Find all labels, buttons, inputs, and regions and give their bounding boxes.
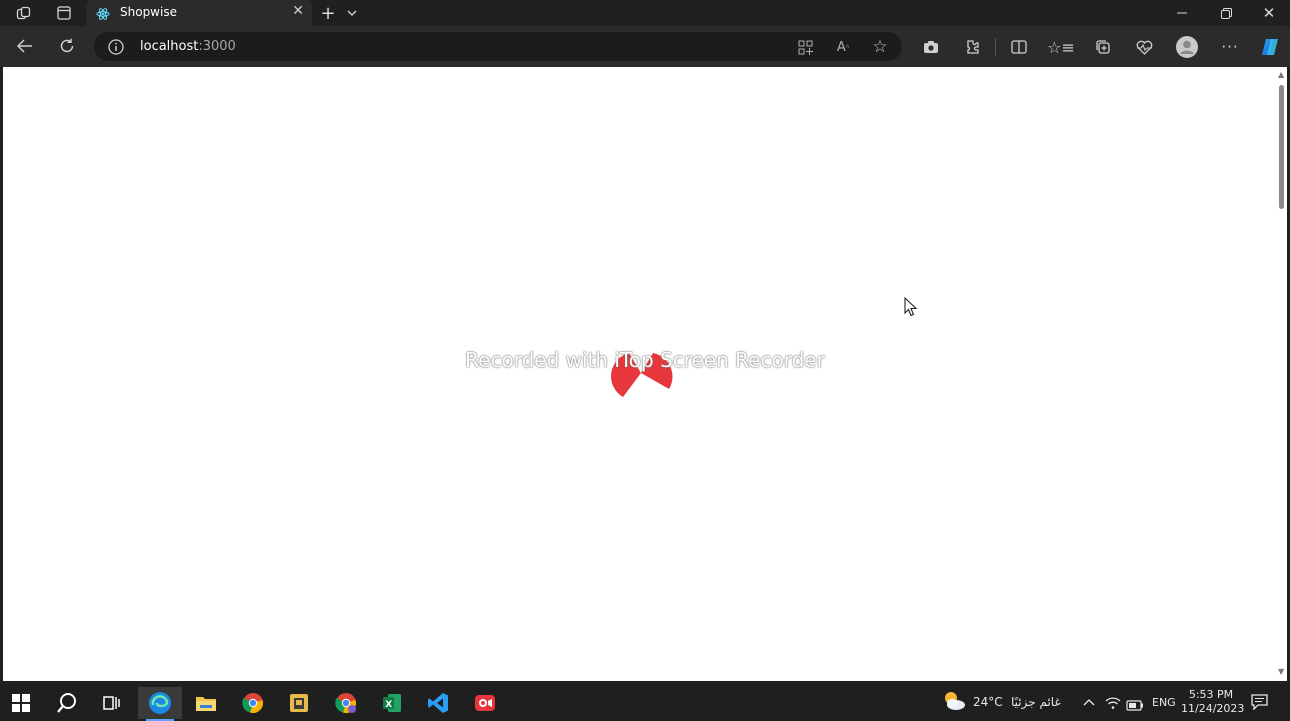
favorites-icon[interactable]: ☆≡: [1047, 36, 1075, 58]
toolbar-divider: [995, 38, 996, 56]
back-icon[interactable]: [14, 35, 36, 57]
recorder-watermark: Recorded with iTop Screen Recorder: [465, 348, 825, 372]
wifi-icon[interactable]: [1105, 695, 1121, 714]
clock[interactable]: 5:53 PM 11/24/2023: [1181, 688, 1245, 716]
tab-actions-icon[interactable]: [55, 5, 73, 21]
windows-start-icon[interactable]: [5, 687, 37, 719]
notification-icon[interactable]: [1251, 694, 1268, 714]
file-explorer-icon[interactable]: [190, 687, 222, 719]
refresh-icon[interactable]: [56, 35, 78, 57]
restore-icon[interactable]: [1216, 4, 1236, 22]
browser-tab[interactable]: Shopwise ✕: [86, 0, 312, 26]
tab-title: Shopwise: [120, 5, 177, 19]
collections-icon[interactable]: [1092, 36, 1114, 58]
scroll-down-arrow[interactable]: ▼: [1278, 667, 1284, 676]
window-close-icon[interactable]: ✕: [1259, 3, 1279, 23]
minimize-icon[interactable]: [1172, 4, 1192, 22]
chrome-profile-icon[interactable]: [330, 687, 362, 719]
page-viewport: Recorded with iTop Screen Recorder ▲ ▼: [3, 67, 1287, 681]
battery-icon[interactable]: [1126, 696, 1144, 715]
new-tab-icon[interactable]: +: [318, 3, 338, 24]
itop-recorder-icon[interactable]: [469, 687, 501, 719]
itop-app-icon[interactable]: [283, 687, 315, 719]
favorite-star-icon[interactable]: ☆: [869, 36, 891, 58]
edge-icon[interactable]: [138, 687, 182, 721]
vscode-icon[interactable]: [422, 687, 454, 719]
excel-icon[interactable]: X: [376, 687, 408, 719]
scroll-thumb[interactable]: [1279, 85, 1284, 209]
tray-overflow-chevron-icon[interactable]: [1083, 695, 1095, 709]
url-text: localhost:3000: [140, 39, 236, 54]
task-view-icon[interactable]: [96, 687, 128, 719]
weather-temp[interactable]: 24°C: [973, 695, 1003, 709]
address-bar[interactable]: localhost:3000 Aᴬ ☆: [94, 32, 902, 61]
profile-avatar[interactable]: [1176, 36, 1198, 58]
read-aloud-icon[interactable]: Aᴬ: [832, 36, 854, 58]
clock-time: 5:53 PM: [1188, 688, 1234, 701]
scroll-up-arrow[interactable]: ▲: [1278, 70, 1284, 79]
title-bar: Shopwise ✕ + ✕: [0, 0, 1290, 26]
chevron-down-icon[interactable]: [344, 4, 360, 22]
weather-text[interactable]: غائم جزئيًا: [1011, 695, 1061, 709]
app-available-icon[interactable]: [794, 36, 816, 58]
chrome-icon[interactable]: [237, 687, 269, 719]
url-host: localhost: [140, 39, 199, 54]
url-port: :3000: [198, 39, 236, 54]
weather-icon[interactable]: [941, 689, 967, 713]
info-icon[interactable]: [108, 39, 124, 55]
performance-icon[interactable]: [1133, 36, 1155, 58]
copilot-icon[interactable]: [1258, 35, 1282, 59]
close-icon[interactable]: ✕: [292, 3, 304, 19]
split-screen-icon[interactable]: [1008, 36, 1030, 58]
scrollbar[interactable]: ▲ ▼: [1277, 67, 1287, 681]
browser-toolbar: localhost:3000 Aᴬ ☆ ☆≡ ···: [0, 26, 1290, 67]
language-indicator[interactable]: ENG: [1152, 696, 1176, 709]
clock-date: 11/24/2023: [1181, 702, 1245, 715]
mouse-cursor: [904, 296, 918, 317]
screenshot-icon[interactable]: [920, 36, 942, 58]
taskbar: X 24°C غائم جزئيًا ENG 5:53 PM 11/24/202…: [0, 684, 1290, 721]
more-icon[interactable]: ···: [1219, 36, 1241, 58]
search-icon[interactable]: [51, 687, 83, 719]
workspaces-icon[interactable]: [14, 5, 32, 21]
extensions-icon[interactable]: [961, 36, 983, 58]
svg-text:X: X: [385, 700, 392, 710]
react-favicon: [96, 6, 110, 20]
